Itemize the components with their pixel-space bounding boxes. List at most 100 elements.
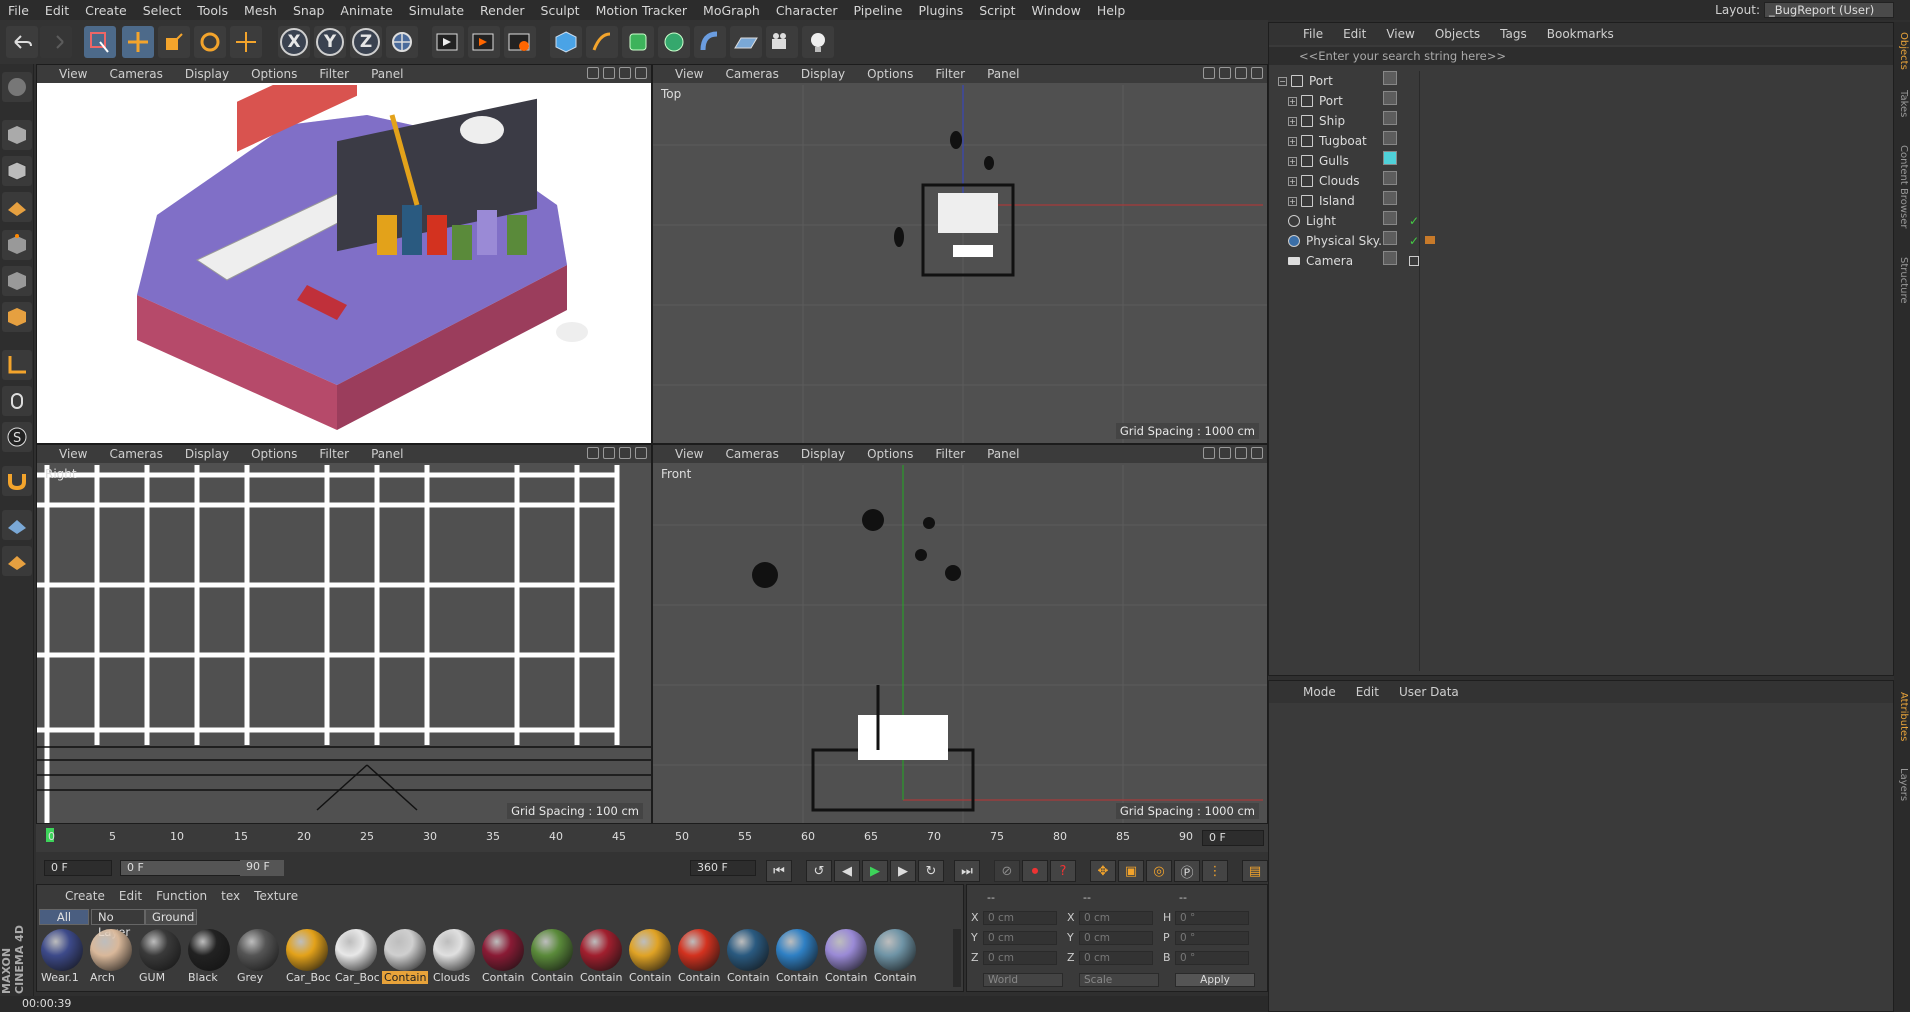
- vp-menu-cameras[interactable]: Cameras: [99, 447, 174, 461]
- material-tab-ground[interactable]: Ground: [145, 909, 197, 925]
- menu-tools[interactable]: Tools: [189, 3, 236, 18]
- cloner-icon[interactable]: [658, 26, 690, 58]
- position-x-field[interactable]: 0 cm: [983, 911, 1057, 925]
- timeline-scheme-icon[interactable]: ▤: [1242, 860, 1268, 882]
- menu-simulate[interactable]: Simulate: [401, 3, 472, 18]
- model-mode-icon[interactable]: [2, 120, 32, 150]
- prev-key-icon[interactable]: ↺: [806, 860, 832, 882]
- floor-icon[interactable]: [730, 26, 762, 58]
- layer-swatch[interactable]: [1383, 91, 1397, 105]
- layout-dropdown[interactable]: _BugReport (User): [1764, 2, 1894, 18]
- mat-menu-tex[interactable]: tex: [217, 889, 250, 903]
- viewport-nav-icons[interactable]: [1203, 447, 1263, 459]
- material-swatch[interactable]: Contain: [823, 929, 869, 987]
- attr-menu-mode[interactable]: Mode: [1293, 685, 1346, 699]
- tab-attributes[interactable]: Attributes: [1895, 682, 1909, 752]
- size-z-field[interactable]: 0 cm: [1079, 951, 1153, 965]
- material-swatch[interactable]: Black: [186, 929, 232, 987]
- menu-mograph[interactable]: MoGraph: [695, 3, 768, 18]
- vp-menu-filter[interactable]: Filter: [309, 447, 361, 461]
- tweak-mode-icon[interactable]: [2, 386, 32, 416]
- next-frame-icon[interactable]: ▶: [890, 860, 916, 882]
- material-tab-no-layer[interactable]: No Layer: [91, 909, 145, 939]
- layer-swatch[interactable]: [1383, 171, 1397, 185]
- deformer-icon[interactable]: [694, 26, 726, 58]
- key-rotation-icon[interactable]: ◎: [1146, 860, 1172, 882]
- go-to-start-icon[interactable]: ⏮: [766, 860, 792, 882]
- enabled-check-icon[interactable]: ✓: [1409, 234, 1419, 248]
- perspective-viewport[interactable]: View Cameras Display Options Filter Pane…: [36, 64, 652, 444]
- object-search-input[interactable]: <<Enter your search string here>>: [1269, 47, 1893, 65]
- vp-menu-filter[interactable]: Filter: [925, 67, 977, 81]
- tree-item-light[interactable]: Light: [1288, 211, 1428, 231]
- expand-icon[interactable]: +: [1288, 196, 1297, 206]
- key-parameter-icon[interactable]: Ⓟ: [1174, 860, 1200, 882]
- menu-window[interactable]: Window: [1024, 3, 1089, 18]
- menu-sculpt[interactable]: Sculpt: [533, 3, 588, 18]
- viewport-nav-icons[interactable]: [1203, 67, 1263, 79]
- preview-range-end[interactable]: 90 F: [240, 860, 284, 876]
- menu-file[interactable]: File: [0, 3, 37, 18]
- material-swatch[interactable]: GUM: [137, 929, 183, 987]
- workplane-mode-icon[interactable]: [2, 192, 32, 222]
- layer-swatch[interactable]: [1383, 251, 1397, 265]
- attr-menu-user-data[interactable]: User Data: [1389, 685, 1469, 699]
- light-icon[interactable]: [802, 26, 834, 58]
- vp-menu-options[interactable]: Options: [241, 447, 309, 461]
- material-scrollbar[interactable]: [953, 929, 961, 987]
- size-x-field[interactable]: 0 cm: [1079, 911, 1153, 925]
- timeline-ruler[interactable]: 0 5 10 15 20 25 30 35 40 45 50 55 60 65 …: [36, 824, 1268, 852]
- layer-swatch[interactable]: [1383, 71, 1397, 85]
- material-swatch[interactable]: Clouds: [431, 929, 477, 987]
- vp-menu-panel[interactable]: Panel: [361, 67, 415, 81]
- layer-swatch[interactable]: [1383, 151, 1397, 165]
- tab-objects[interactable]: Objects: [1895, 26, 1909, 76]
- y-axis-lock-button[interactable]: Y: [314, 26, 346, 58]
- material-swatch[interactable]: Wear.1: [39, 929, 85, 987]
- undo-button[interactable]: [6, 26, 38, 58]
- next-key-icon[interactable]: ↻: [918, 860, 944, 882]
- key-scale-icon[interactable]: ▣: [1118, 860, 1144, 882]
- mat-menu-create[interactable]: Create: [61, 889, 115, 903]
- expand-icon[interactable]: +: [1288, 176, 1297, 186]
- tree-item-ship[interactable]: + Ship: [1288, 111, 1428, 131]
- mat-menu-texture[interactable]: Texture: [250, 889, 308, 903]
- menu-animate[interactable]: Animate: [332, 3, 400, 18]
- edges-mode-icon[interactable]: [2, 266, 32, 296]
- vp-menu-options[interactable]: Options: [241, 67, 309, 81]
- tree-item-camera[interactable]: Camera: [1288, 251, 1428, 271]
- redo-button[interactable]: [40, 26, 72, 58]
- render-to-picture-viewer-icon[interactable]: [468, 26, 500, 58]
- vp-menu-filter[interactable]: Filter: [309, 67, 361, 81]
- tree-item-physical-sky[interactable]: Physical Sky.1: [1288, 231, 1428, 251]
- om-menu-bookmarks[interactable]: Bookmarks: [1537, 27, 1624, 41]
- om-menu-objects[interactable]: Objects: [1425, 27, 1490, 41]
- expand-icon[interactable]: −: [1278, 76, 1287, 86]
- go-to-end-icon[interactable]: ⏭: [954, 860, 980, 882]
- om-menu-tags[interactable]: Tags: [1490, 27, 1537, 41]
- coordinate-system-icon[interactable]: [386, 26, 418, 58]
- rotate-tool-icon[interactable]: [194, 26, 226, 58]
- rotation-b-field[interactable]: 0 °: [1175, 951, 1249, 965]
- vp-menu-panel[interactable]: Panel: [361, 447, 415, 461]
- menu-script[interactable]: Script: [971, 3, 1023, 18]
- play-icon[interactable]: ▶: [862, 860, 888, 882]
- autokey-icon[interactable]: ⏺: [1022, 860, 1048, 882]
- vp-menu-view[interactable]: View: [49, 67, 99, 81]
- key-position-icon[interactable]: ✥: [1090, 860, 1116, 882]
- position-z-field[interactable]: 0 cm: [983, 951, 1057, 965]
- menu-help[interactable]: Help: [1089, 3, 1134, 18]
- tab-structure[interactable]: Structure: [1895, 250, 1909, 310]
- tab-content-browser[interactable]: Content Browser: [1895, 132, 1909, 242]
- camera-icon[interactable]: [766, 26, 798, 58]
- coord-space-dropdown[interactable]: World: [983, 973, 1063, 987]
- prev-frame-icon[interactable]: ◀: [834, 860, 860, 882]
- keyframe-selection-icon[interactable]: ?: [1050, 860, 1076, 882]
- tree-item-island[interactable]: + Island: [1288, 191, 1428, 211]
- material-swatch[interactable]: Contain: [676, 929, 722, 987]
- menu-character[interactable]: Character: [768, 3, 846, 18]
- apply-button[interactable]: Apply: [1175, 973, 1255, 987]
- end-frame-field[interactable]: 360 F: [690, 860, 756, 876]
- key-pla-icon[interactable]: ⋮: [1202, 860, 1228, 882]
- material-swatch[interactable]: Contain: [578, 929, 624, 987]
